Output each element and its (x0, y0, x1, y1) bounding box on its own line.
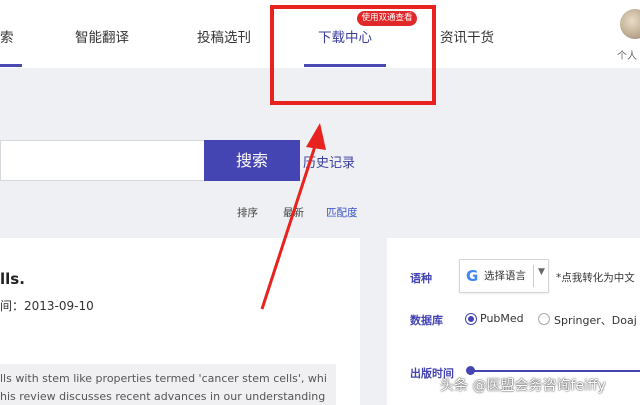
arrow-head (306, 123, 326, 150)
watermark: 头条 @医盟会务咨询feiffy (440, 378, 606, 394)
arrow-shaft (260, 139, 319, 310)
annotation-arrow (260, 123, 326, 310)
